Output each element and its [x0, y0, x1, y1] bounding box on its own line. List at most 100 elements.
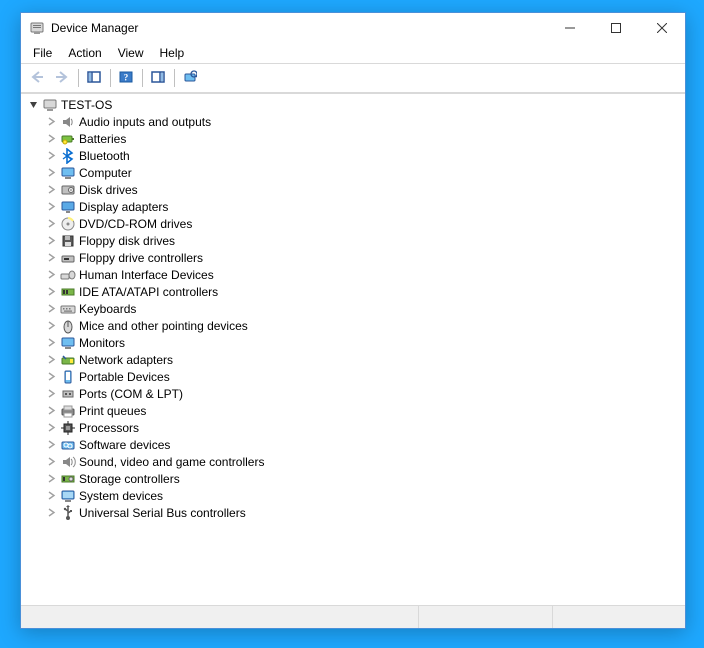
tree-category[interactable]: Software devices — [23, 436, 685, 453]
battery-icon — [60, 131, 76, 147]
tree-category[interactable]: Display adapters — [23, 198, 685, 215]
tree-category[interactable]: Processors — [23, 419, 685, 436]
chevron-right-icon[interactable] — [43, 165, 59, 181]
tree-category-label: Network adapters — [79, 353, 173, 367]
chevron-right-icon[interactable] — [43, 199, 59, 215]
chevron-right-icon[interactable] — [43, 216, 59, 232]
toolbar-show-tree-button[interactable] — [82, 66, 106, 90]
chevron-right-icon[interactable] — [43, 131, 59, 147]
statusbar — [21, 605, 685, 628]
chevron-right-icon[interactable] — [43, 454, 59, 470]
arrow-left-icon — [30, 70, 44, 87]
chevron-right-icon[interactable] — [43, 420, 59, 436]
tree-category[interactable]: IDE ATA/ATAPI controllers — [23, 283, 685, 300]
tree-category-label: Universal Serial Bus controllers — [79, 506, 246, 520]
tree-category[interactable]: Monitors — [23, 334, 685, 351]
toolbar-action-button[interactable] — [146, 66, 170, 90]
tree-category[interactable]: System devices — [23, 487, 685, 504]
tree-category[interactable]: Network adapters — [23, 351, 685, 368]
app-icon — [29, 20, 45, 36]
chevron-right-icon[interactable] — [43, 335, 59, 351]
chevron-right-icon[interactable] — [43, 148, 59, 164]
tree-category-label: Keyboards — [79, 302, 136, 316]
status-cell — [21, 606, 418, 628]
tree-category[interactable]: Floppy disk drives — [23, 232, 685, 249]
tree-category[interactable]: Keyboards — [23, 300, 685, 317]
titlebar: Device Manager — [21, 13, 685, 43]
monitor-icon — [60, 335, 76, 351]
tree-category[interactable]: Universal Serial Bus controllers — [23, 504, 685, 521]
tree-category[interactable]: Audio inputs and outputs — [23, 113, 685, 130]
tree-category-label: Bluetooth — [79, 149, 130, 163]
tree-category-label: Sound, video and game controllers — [79, 455, 264, 469]
tree-category-label: Floppy drive controllers — [79, 251, 203, 265]
tree-category[interactable]: Floppy drive controllers — [23, 249, 685, 266]
tree-category[interactable]: Print queues — [23, 402, 685, 419]
chevron-right-icon[interactable] — [43, 505, 59, 521]
software-icon — [60, 437, 76, 453]
chevron-right-icon[interactable] — [43, 301, 59, 317]
chevron-right-icon[interactable] — [43, 182, 59, 198]
floppy-icon — [60, 233, 76, 249]
tree-category-label: Storage controllers — [79, 472, 180, 486]
chevron-right-icon[interactable] — [43, 386, 59, 402]
maximize-button[interactable] — [593, 13, 639, 43]
tree-category[interactable]: Disk drives — [23, 181, 685, 198]
chevron-right-icon[interactable] — [43, 114, 59, 130]
tree-category[interactable]: Ports (COM & LPT) — [23, 385, 685, 402]
chevron-right-icon[interactable] — [43, 318, 59, 334]
ide-icon — [60, 284, 76, 300]
toolbar-back-button — [25, 66, 49, 90]
toolbar: ? — [21, 64, 685, 93]
tree-category-label: System devices — [79, 489, 163, 503]
minimize-button[interactable] — [547, 13, 593, 43]
chevron-right-icon[interactable] — [43, 250, 59, 266]
menu-help[interactable]: Help — [152, 44, 193, 62]
menu-file[interactable]: File — [25, 44, 60, 62]
floppyctrl-icon — [60, 250, 76, 266]
tree-category[interactable]: DVD/CD-ROM drives — [23, 215, 685, 232]
mouse-icon — [60, 318, 76, 334]
tree-category[interactable]: Portable Devices — [23, 368, 685, 385]
chevron-down-icon[interactable] — [25, 97, 41, 113]
tree-category[interactable]: Human Interface Devices — [23, 266, 685, 283]
tree-category[interactable]: Storage controllers — [23, 470, 685, 487]
display-icon — [60, 199, 76, 215]
menu-action[interactable]: Action — [60, 44, 109, 62]
usb-icon — [60, 505, 76, 521]
tree-category[interactable]: Mice and other pointing devices — [23, 317, 685, 334]
toolbar-help-button[interactable]: ? — [114, 66, 138, 90]
menu-view[interactable]: View — [110, 44, 152, 62]
cpu-icon — [60, 420, 76, 436]
chevron-right-icon[interactable] — [43, 471, 59, 487]
chevron-right-icon[interactable] — [43, 488, 59, 504]
system-icon — [60, 488, 76, 504]
network-icon — [60, 352, 76, 368]
scan-hardware-icon — [183, 70, 197, 87]
status-cell — [552, 606, 685, 628]
chevron-right-icon[interactable] — [43, 233, 59, 249]
chevron-right-icon[interactable] — [43, 284, 59, 300]
chevron-right-icon[interactable] — [43, 403, 59, 419]
device-tree[interactable]: TEST-OS Audio inputs and outputsBatterie… — [21, 93, 685, 605]
storage-icon — [60, 471, 76, 487]
close-button[interactable] — [639, 13, 685, 43]
tree-root[interactable]: TEST-OS — [23, 96, 685, 113]
chevron-right-icon[interactable] — [43, 267, 59, 283]
tree-category-label: Disk drives — [79, 183, 138, 197]
tree-category[interactable]: Bluetooth — [23, 147, 685, 164]
window-controls — [547, 13, 685, 43]
chevron-right-icon[interactable] — [43, 369, 59, 385]
help-icon: ? — [119, 70, 133, 87]
tree-category-label: Audio inputs and outputs — [79, 115, 211, 129]
tree-category[interactable]: Batteries — [23, 130, 685, 147]
tree-category-label: Floppy disk drives — [79, 234, 175, 248]
toolbar-scan-button[interactable] — [178, 66, 202, 90]
tree-category-label: Print queues — [79, 404, 146, 418]
chevron-right-icon[interactable] — [43, 352, 59, 368]
chevron-right-icon[interactable] — [43, 437, 59, 453]
computer-icon — [42, 97, 58, 113]
tree-category[interactable]: Computer — [23, 164, 685, 181]
tree-category[interactable]: Sound, video and game controllers — [23, 453, 685, 470]
tree-pane-icon — [87, 70, 101, 87]
